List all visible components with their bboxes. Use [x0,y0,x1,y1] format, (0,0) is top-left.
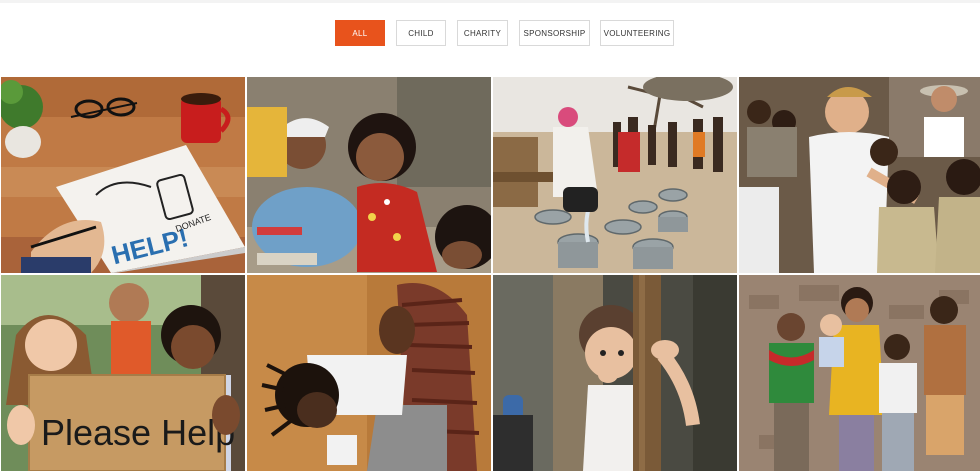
gallery-filter-bar: All Child Charity Sponsorship Volunteeri… [0,20,980,46]
gallery-item-children-wall[interactable] [739,275,980,471]
filter-child-button[interactable]: Child [396,20,446,46]
children-wall-photo [739,275,980,471]
gallery-item-notebook-help[interactable]: HELP! DONATE [1,77,245,273]
filter-all-button[interactable]: All [335,20,385,46]
please-help-sign-photo: Please Help [1,275,245,471]
top-divider [0,0,980,3]
smiling-children-photo [247,77,491,273]
gallery-item-smiling-children[interactable] [247,77,491,273]
mother-child-photo [247,275,491,471]
gallery-item-mother-child[interactable] [247,275,491,471]
gallery-item-please-help-sign[interactable]: Please Help [1,275,245,471]
filter-charity-button[interactable]: Charity [457,20,508,46]
water-buckets-photo [493,77,737,273]
filter-sponsorship-button[interactable]: Sponsorship [519,20,590,46]
photo-gallery-grid: HELP! DONATE Please Help [0,77,980,471]
gallery-item-water-buckets[interactable] [493,77,737,273]
gallery-item-toddler-post[interactable] [493,275,737,471]
notebook-help-photo: HELP! DONATE [1,77,245,273]
volunteer-schoolchildren-photo [739,77,980,273]
gallery-item-volunteer-schoolchildren[interactable] [739,77,980,273]
toddler-post-photo [493,275,737,471]
please-help-written-text: Please Help [41,412,235,453]
filter-volunteering-button[interactable]: Volunteering [600,20,674,46]
